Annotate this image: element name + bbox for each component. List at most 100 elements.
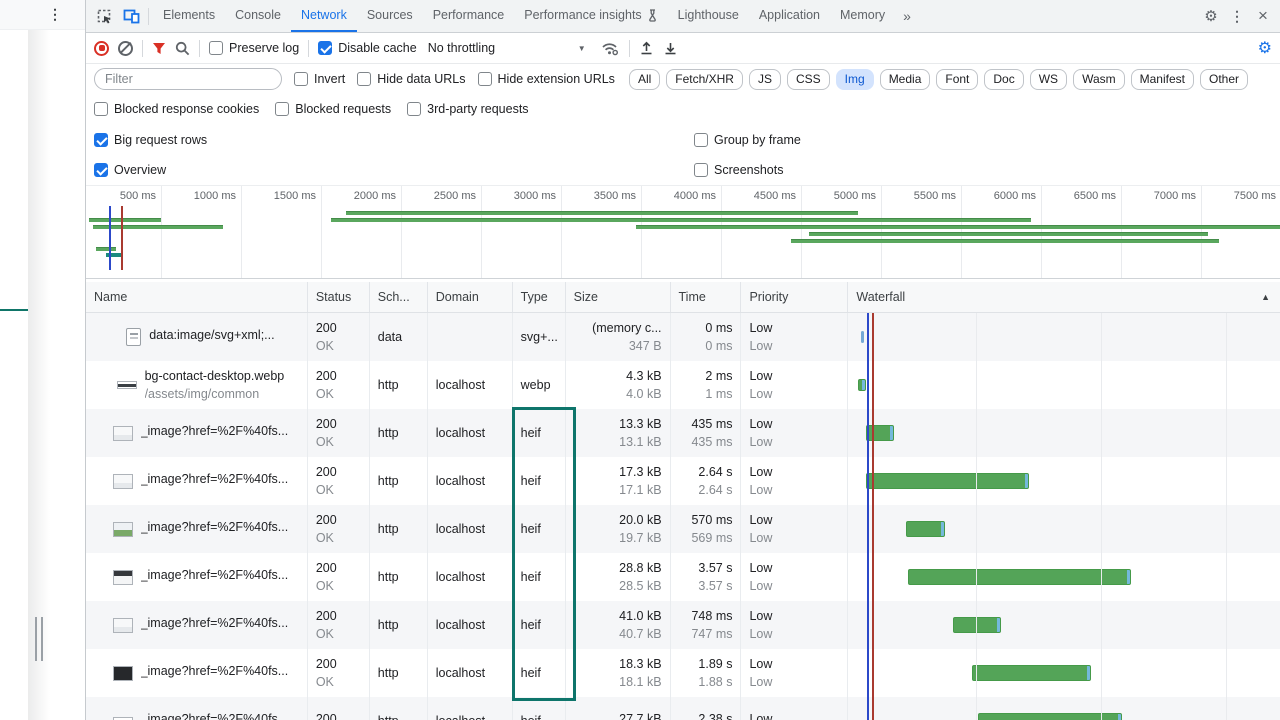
column-header-domain[interactable]: Domain: [428, 282, 513, 312]
filter-type-img[interactable]: Img: [836, 69, 874, 90]
column-header-name[interactable]: Name: [86, 282, 308, 312]
filter-input[interactable]: [94, 68, 282, 90]
toggle-device-toolbar-icon[interactable]: [118, 0, 144, 33]
time-secondary: 3.57 s: [698, 579, 732, 593]
waterfall-bar: [858, 379, 866, 391]
cell-time: 0 ms0 ms: [671, 313, 742, 361]
column-header-scheme[interactable]: Sch...: [370, 282, 428, 312]
hide-data-urls-checkbox[interactable]: Hide data URLs: [357, 72, 465, 86]
big-request-rows-checkbox[interactable]: Big request rows: [94, 124, 207, 155]
cell-domain: localhost: [428, 361, 513, 409]
overview-checkbox[interactable]: Overview: [94, 155, 166, 185]
status-primary: 200: [316, 417, 369, 431]
requests-table-body: data:image/svg+xml;...200OKdatasvg+...(m…: [86, 313, 1280, 720]
cell-domain-value: localhost: [436, 618, 512, 632]
filter-type-font[interactable]: Font: [936, 69, 978, 90]
tab-lighthouse[interactable]: Lighthouse: [668, 0, 749, 32]
cell-status: 200OK: [308, 409, 370, 457]
cell-domain-value: localhost: [436, 570, 512, 584]
filter-type-js[interactable]: JS: [749, 69, 781, 90]
filter-type-manifest[interactable]: Manifest: [1131, 69, 1194, 90]
tab-network[interactable]: Network: [291, 0, 357, 32]
status-primary: 200: [316, 657, 369, 671]
blocked-response-cookies-checkbox[interactable]: Blocked response cookies: [94, 102, 259, 116]
time-primary: 3.57 s: [698, 561, 732, 575]
status-primary: 200: [316, 513, 369, 527]
export-har-icon[interactable]: [663, 40, 678, 56]
filter-type-all[interactable]: All: [629, 69, 660, 90]
overview-request-bar: [89, 218, 161, 222]
hide-extension-urls-checkbox[interactable]: Hide extension URLs: [478, 72, 615, 86]
cell-scheme-value: data: [378, 330, 427, 344]
page-menu-dots-icon[interactable]: ⋮: [48, 6, 62, 23]
time-primary: 570 ms: [691, 513, 732, 527]
cell-status: 200: [308, 697, 370, 720]
tab-memory[interactable]: Memory: [830, 0, 895, 32]
import-har-icon[interactable]: [639, 40, 654, 56]
filter-type-other[interactable]: Other: [1200, 69, 1248, 90]
size-secondary: 40.7 kB: [619, 627, 661, 641]
filter-type-ws[interactable]: WS: [1030, 69, 1067, 90]
tab-performance-insights[interactable]: Performance insights: [514, 0, 667, 32]
column-header-time[interactable]: Time: [671, 282, 742, 312]
priority-secondary: Low: [749, 627, 847, 641]
column-header-type[interactable]: Type: [513, 282, 566, 312]
waterfall-bar: [908, 569, 1131, 585]
filter-type-css[interactable]: CSS: [787, 69, 830, 90]
cell-domain-value: localhost: [436, 666, 512, 680]
status-primary: 200: [316, 465, 369, 479]
disable-cache-checkbox[interactable]: Disable cache: [318, 41, 417, 55]
cell-name: _image?href=%2F%40fs...: [86, 505, 308, 553]
search-icon[interactable]: [175, 41, 190, 56]
record-network-log-button[interactable]: [94, 41, 109, 56]
preserve-log-checkbox[interactable]: Preserve log: [209, 41, 299, 55]
cell-name: _image?href=%2F%40fs...: [86, 601, 308, 649]
invert-checkbox[interactable]: Invert: [294, 72, 345, 86]
network-conditions-icon[interactable]: [601, 41, 620, 56]
waterfall-bar: [861, 331, 864, 343]
cell-name: data:image/svg+xml;...: [86, 313, 308, 361]
toolbar-divider: [199, 40, 200, 57]
big-request-rows-label: Big request rows: [114, 133, 207, 147]
filter-type-wasm[interactable]: Wasm: [1073, 69, 1125, 90]
cell-type: heif: [513, 505, 566, 553]
devtools-tabbar: ElementsConsoleNetworkSourcesPerformance…: [86, 0, 1280, 33]
close-devtools-icon[interactable]: ×: [1250, 0, 1276, 33]
status-secondary: OK: [316, 675, 369, 689]
inspect-element-icon[interactable]: [92, 0, 118, 33]
cell-scheme: http: [370, 601, 428, 649]
column-header-label: Time: [679, 290, 706, 304]
devtools-menu-dots-icon[interactable]: ⋮: [1224, 0, 1250, 33]
tab-performance[interactable]: Performance: [423, 0, 515, 32]
priority-secondary: Low: [749, 339, 847, 353]
hide-extension-urls-label: Hide extension URLs: [498, 72, 615, 86]
filter-type-fetch-xhr[interactable]: Fetch/XHR: [666, 69, 743, 90]
tab-console[interactable]: Console: [225, 0, 291, 32]
network-settings-gear-icon[interactable]: ⚙: [1258, 38, 1272, 58]
column-header-waterfall[interactable]: Waterfall▲: [848, 282, 1280, 312]
screenshots-checkbox[interactable]: Screenshots: [694, 155, 783, 185]
cell-type-value: heif: [521, 474, 565, 488]
settings-gear-icon[interactable]: ⚙: [1198, 0, 1224, 33]
toolbar-divider: [142, 40, 143, 57]
page-scrollbar-handle[interactable]: [35, 617, 43, 661]
tab-sources[interactable]: Sources: [357, 0, 423, 32]
cell-size: 41.0 kB40.7 kB: [566, 601, 671, 649]
filter-funnel-icon[interactable]: [152, 42, 166, 55]
tab-elements[interactable]: Elements: [153, 0, 225, 32]
cell-domain: localhost: [428, 649, 513, 697]
tab-application[interactable]: Application: [749, 0, 830, 32]
more-tabs-button[interactable]: »: [895, 0, 919, 32]
clear-network-log-icon[interactable]: [118, 41, 133, 56]
group-by-frame-checkbox[interactable]: Group by frame: [694, 124, 801, 155]
filter-type-media[interactable]: Media: [880, 69, 931, 90]
throttling-select[interactable]: No throttling ▼: [428, 41, 586, 55]
blocked-requests-checkbox[interactable]: Blocked requests: [275, 102, 391, 116]
filter-type-doc[interactable]: Doc: [984, 69, 1023, 90]
network-overview-timeline[interactable]: 500 ms1000 ms1500 ms2000 ms2500 ms3000 m…: [86, 185, 1280, 279]
column-header-priority[interactable]: Priority: [741, 282, 848, 312]
time-secondary: 0 ms: [705, 339, 732, 353]
third-party-requests-checkbox[interactable]: 3rd-party requests: [407, 102, 528, 116]
column-header-status[interactable]: Status: [308, 282, 370, 312]
column-header-size[interactable]: Size: [566, 282, 671, 312]
